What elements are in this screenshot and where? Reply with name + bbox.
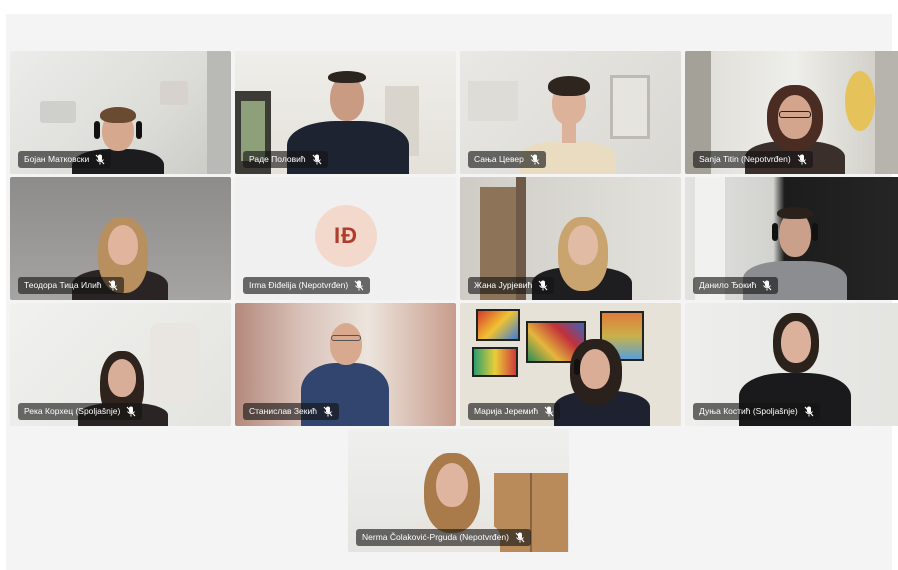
participant-tile[interactable]: Теодора Тица Илић xyxy=(10,177,231,300)
participant-name-label: Сања Цевер xyxy=(468,151,546,168)
participant-tile[interactable]: Марија Јеремић xyxy=(460,303,681,426)
participant-name-label: Раде Половић xyxy=(243,151,328,168)
mic-off-icon xyxy=(530,154,540,165)
participant-tile[interactable]: Раде Половић xyxy=(235,51,456,174)
participant-name-label: Irma Điđelija (Nepotvrđen) xyxy=(243,277,371,294)
participant-name: Данило Ђокић xyxy=(699,280,757,290)
participant-tile[interactable]: Nerma Čolaković-Prguda (Nepotvrđen) xyxy=(348,429,569,552)
participant-name: Бојан Матковски xyxy=(24,154,90,164)
participant-name: Станислав Зекић xyxy=(249,406,317,416)
mic-off-icon xyxy=(354,280,364,291)
mic-off-icon xyxy=(797,154,807,165)
mic-off-icon xyxy=(544,406,554,417)
participant-tile[interactable]: Река Корхец (Spoljašnje) xyxy=(10,303,231,426)
participant-name: Дуња Костић (Spoljašnje) xyxy=(699,406,798,416)
participant-name-label: Sanja Titin (Nepotvrđen) xyxy=(693,151,813,168)
participant-tile[interactable]: Данило Ђокић xyxy=(685,177,898,300)
participant-name: Nerma Čolaković-Prguda (Nepotvrđen) xyxy=(362,532,509,542)
participant-tile[interactable]: Жана Јурјевић xyxy=(460,177,681,300)
participant-name-label: Данило Ђокић xyxy=(693,277,779,294)
participant-tile[interactable]: Бојан Матковски xyxy=(10,51,231,174)
participant-name: Река Корхец (Spoljašnje) xyxy=(24,406,121,416)
participant-name: Теодора Тица Илић xyxy=(24,280,102,290)
mic-off-icon xyxy=(126,406,136,417)
mic-off-icon xyxy=(538,280,548,291)
participant-name: Раде Половић xyxy=(249,154,306,164)
participant-name: Сања Цевер xyxy=(474,154,524,164)
mic-off-icon xyxy=(95,154,105,165)
participant-name: Жана Јурјевић xyxy=(474,280,533,290)
mic-off-icon xyxy=(108,280,117,291)
participant-name-label: Марија Јеремић xyxy=(468,403,561,420)
participant-name-label: Жана Јурјевић xyxy=(468,277,555,294)
participant-tile[interactable]: Станислав Зекић xyxy=(235,303,456,426)
participant-tile[interactable]: Sanja Titin (Nepotvrđen) xyxy=(685,51,898,174)
participant-name-label: Река Корхец (Spoljašnje) xyxy=(18,403,143,420)
participant-name-label: Теодора Тица Илић xyxy=(18,277,124,294)
participant-name: Марија Јеремић xyxy=(474,406,539,416)
participant-name: Irma Điđelija (Nepotvrđen) xyxy=(249,280,349,290)
mic-off-icon xyxy=(762,280,772,291)
participant-tile[interactable]: IĐ Irma Điđelija (Nepotvrđen) xyxy=(235,177,456,300)
mic-off-icon xyxy=(312,154,322,165)
participant-name-label: Дуња Костић (Spoljašnje) xyxy=(693,403,820,420)
participant-name-label: Бојан Матковски xyxy=(18,151,112,168)
participant-name-label: Станислав Зекић xyxy=(243,403,339,420)
participant-name-label: Nerma Čolaković-Prguda (Nepotvrđen) xyxy=(356,529,531,546)
mic-off-icon xyxy=(323,406,333,417)
participant-tile[interactable]: Сања Цевер xyxy=(460,51,681,174)
meeting-gallery: Бојан Матковски Раде Половић Сања Цевер … xyxy=(6,14,898,570)
participant-avatar: IĐ xyxy=(315,205,377,267)
mic-off-icon xyxy=(804,406,814,417)
participant-name: Sanja Titin (Nepotvrđen) xyxy=(699,154,791,164)
participant-tile[interactable]: Дуња Костић (Spoljašnje) xyxy=(685,303,898,426)
mic-off-icon xyxy=(515,532,525,543)
